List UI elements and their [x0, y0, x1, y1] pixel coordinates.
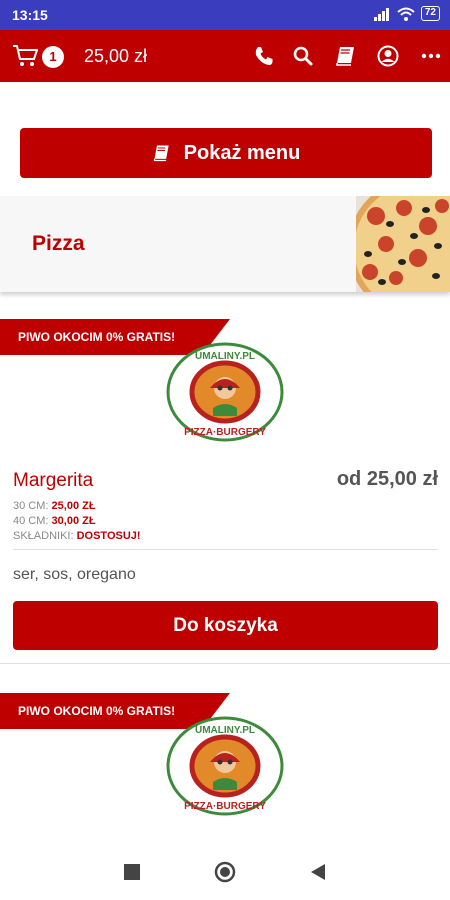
size-option-30: 30 CM: 25,00 ZŁ — [13, 500, 96, 512]
show-menu-button[interactable]: Pokaż menu — [20, 128, 432, 178]
status-bar: 13:15 72 — [0, 0, 450, 30]
category-title: Pizza — [32, 232, 85, 255]
logo-text-bottom: PIZZA·BURGERY — [184, 427, 266, 438]
restaurant-logo: UMALINY.PL PIZZA·BURGERY — [166, 342, 284, 442]
item-price: od 25,00 zł — [336, 468, 438, 490]
show-menu-label: Pokaż menu — [183, 141, 301, 164]
ingredients-row: SKŁADNIKI: DOSTOSUJ! — [13, 530, 141, 542]
size-label: 40 CM: — [13, 515, 49, 527]
logo-text-top: UMALINY.PL — [195, 351, 255, 362]
wifi-icon — [397, 7, 415, 21]
pizza-image — [356, 196, 450, 292]
restaurant-logo: UMALINY.PL PIZZA·BURGERY — [166, 716, 284, 816]
phone-icon[interactable] — [252, 44, 276, 68]
book-icon — [153, 145, 169, 162]
divider — [13, 549, 438, 550]
more-icon[interactable] — [419, 44, 443, 68]
add-to-cart-button[interactable]: Do koszyka — [13, 601, 438, 650]
home-icon[interactable] — [214, 861, 236, 883]
item-description: ser, sos, oregano — [13, 566, 136, 583]
account-icon[interactable] — [376, 44, 400, 68]
card-divider — [0, 663, 450, 664]
cart-icon[interactable] — [12, 44, 40, 68]
cart-count-badge[interactable]: 1 — [42, 46, 64, 68]
back-icon[interactable] — [310, 863, 326, 881]
item-name: Margerita — [13, 470, 94, 491]
cart-total: 25,00 zł — [84, 46, 148, 66]
system-nav-bar — [0, 844, 450, 900]
size-option-40: 40 CM: 30,00 ZŁ — [13, 515, 96, 527]
app-bar: 1 25,00 zł — [0, 30, 450, 82]
size-price: 25,00 ZŁ — [51, 500, 96, 512]
size-label: 30 CM: — [13, 500, 49, 512]
category-pizza[interactable]: Pizza — [0, 196, 450, 292]
ingredients-label: SKŁADNIKI: — [13, 530, 74, 542]
search-icon[interactable] — [291, 44, 315, 68]
logo-text-bottom: PIZZA·BURGERY — [184, 801, 266, 812]
status-time: 13:15 — [12, 7, 48, 23]
logo-text-top: UMALINY.PL — [195, 725, 255, 736]
battery-icon: 72 — [420, 6, 440, 21]
size-price: 30,00 ZŁ — [51, 515, 96, 527]
customize-link[interactable]: DOSTOSUJ! — [77, 530, 141, 542]
signal-icon — [373, 7, 389, 21]
book-icon[interactable] — [334, 44, 358, 68]
recents-icon[interactable] — [124, 864, 140, 880]
